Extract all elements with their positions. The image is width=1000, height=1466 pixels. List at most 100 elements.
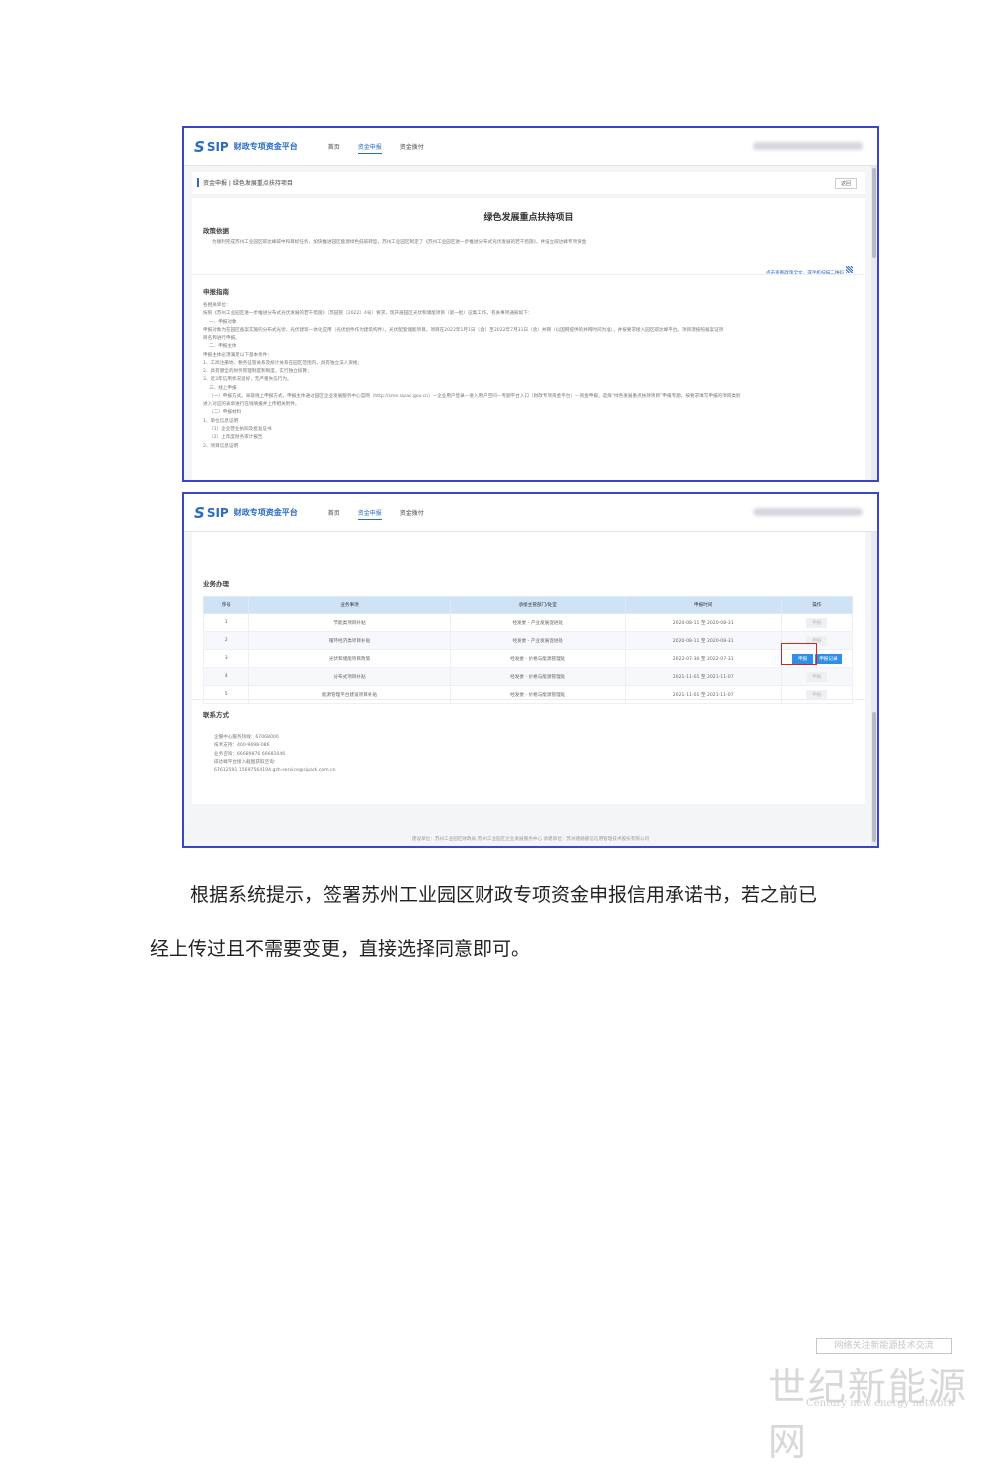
cell-op: 申报	[780, 613, 854, 632]
nav-fund-disbursement[interactable]: 资金拨付	[400, 140, 424, 154]
top-navigation-bar: S SIP 财政专项资金平台 首页 资金申报 资金拨付	[184, 494, 877, 532]
nav-fund-disbursement[interactable]: 资金拨付	[400, 506, 424, 520]
guide-line: 申报主体必须满足以下基本条件：	[203, 352, 272, 358]
guide-heading: 申报指南	[203, 288, 229, 296]
paragraph-line-1: 根据系统提示，签署苏州工业园区财政专项资金申报信用承诺书，若之前已	[190, 884, 818, 906]
cell-item: 能源管理平台建设项目补贴	[248, 685, 451, 704]
cell-op: 申报	[780, 685, 854, 704]
platform-title: 财政专项资金平台	[233, 142, 298, 151]
back-button[interactable]: 返回	[834, 178, 857, 189]
table-header-row: 序号 业务事项 承接主管部门/处室 申报时间 操作	[202, 596, 854, 614]
contact-line: 业务咨询：66689876 66681046	[214, 751, 286, 757]
col-header-dept: 承接主管部门/处室	[449, 596, 626, 614]
table-row: 1 节能类项目补贴 经发委 - 产业发展促进处 2020-08-11 至 2020-0…	[202, 613, 854, 632]
business-table-body: 1 节能类项目补贴 经发委 - 产业发展促进处 2020-08-11 至 2020-0…	[202, 613, 854, 704]
business-table-wrap: 序号 业务事项 承接主管部门/处室 申报时间 操作 1 节能类项目补贴 经发委 - …	[202, 596, 854, 704]
col-header-time: 申报时间	[624, 596, 782, 614]
platform-logo[interactable]: S SIP 财政专项资金平台	[194, 138, 298, 156]
screenshot-policy-page: S SIP 财政专项资金平台 首页 资金申报 资金拨付 资金申报 | 绿色发展重…	[182, 126, 879, 482]
policy-heading: 政策依据	[203, 227, 229, 235]
instruction-paragraph: 根据系统提示，签署苏州工业园区财政专项资金申报信用承诺书，若之前已 经上传过且不…	[150, 868, 860, 976]
sip-logo-mark: S	[194, 503, 205, 522]
cell-dept: 经发委 - 价格与能源管理处	[449, 649, 626, 668]
cell-item: 分布式项目补贴	[248, 667, 451, 686]
breadcrumb: 资金申报 | 绿色发展重点扶持项目	[197, 178, 293, 187]
cell-dept: 经发委 - 产业发展促进处	[449, 631, 626, 650]
guide-line: （1）企业营业执照及批准证书	[209, 426, 272, 432]
guide-line: 3、近3年信用状况良好，无严重失信行为。	[203, 377, 292, 383]
cell-op: 申报	[780, 667, 854, 686]
qr-code-icon[interactable]	[846, 266, 853, 273]
nav-home[interactable]: 首页	[328, 140, 340, 154]
guide-line: 1、单位信息证明	[203, 418, 239, 424]
apply-button[interactable]: 申报	[806, 671, 828, 682]
breadcrumb-bar: 资金申报 | 绿色发展重点扶持项目 返回	[192, 172, 865, 194]
policy-content-panel: 绿色发展重点扶持项目 政策依据 为顺利完成苏州工业园区碳达峰碳中和目标任务，加快…	[192, 198, 865, 480]
guide-line: 三、线上申报	[209, 385, 237, 391]
cell-dept: 经发委 - 价格与能源管理处	[449, 667, 626, 686]
guide-line: 进入对应的表单进行在线填报并上传相关附件。	[203, 402, 300, 408]
nav-fund-application[interactable]: 资金申报	[357, 140, 382, 154]
cell-no: 3	[202, 649, 250, 668]
highlight-box	[781, 643, 817, 665]
cell-dept: 经发委 - 价格与能源管理处	[449, 685, 626, 704]
guide-text: 各相关单位： 按照《苏州工业园区进一步推进分布式光伏发展的若干措施》（苏园管〔20…	[203, 302, 741, 451]
paragraph-line-2: 经上传过且不需要变更，直接选择同意即可。	[150, 938, 531, 960]
cell-time: 2020-08-11 至 2020-08-31	[624, 613, 782, 632]
cell-dept: 经发委 - 产业发展促进处	[449, 613, 626, 632]
top-navigation-bar: S SIP 财政专项资金平台 首页 资金申报 资金拨付	[184, 128, 877, 166]
cell-time: 2022-07-30 至 2022-07-31	[624, 649, 782, 668]
contact-line: 碳达峰平台接入截图获取咨询：	[214, 759, 279, 765]
nav-fund-application[interactable]: 资金申报	[357, 506, 382, 520]
apply-button[interactable]: 申报	[806, 617, 828, 628]
vertical-scrollbar[interactable]	[871, 532, 877, 846]
sip-logo-mark: S	[194, 137, 205, 156]
cell-no: 2	[202, 631, 250, 650]
apply-button[interactable]: 申报	[806, 689, 828, 700]
contact-title: 联系方式	[203, 711, 229, 719]
guide-line: 目名称进行申报。	[203, 336, 240, 342]
watermark-tagline: 网络关注新能源技术交流	[816, 1338, 952, 1354]
page-title: 绿色发展重点扶持项目	[483, 213, 574, 223]
user-info-blurred[interactable]	[753, 142, 863, 150]
main-nav: 首页 资金申报 资金拨付	[328, 140, 424, 154]
platform-logo[interactable]: S SIP 财政专项资金平台	[194, 504, 298, 522]
cell-time: 2021-11-01 至 2021-11-07	[624, 667, 782, 686]
contact-info: 企服中心服务热线：67068000 技术支持：400-9698-086 业务咨询：6…	[214, 734, 336, 775]
cell-time: 2021-11-01 至 2021-11-07	[624, 685, 782, 704]
sip-logo-text: SIP	[206, 505, 229, 520]
guide-line: 各相关单位：	[203, 303, 231, 308]
guide-line: 申报对象为在园区备案实施的分布式光伏、光伏建筑一体化应用（光伏组件作为建筑构件）…	[203, 327, 724, 333]
contact-line: 企服中心服务热线：67068000	[214, 735, 279, 740]
contact-line: 技术支持：400-9698-086	[214, 743, 270, 749]
cell-item: 节能类项目补贴	[248, 613, 451, 632]
cell-no: 5	[202, 685, 250, 704]
table-row: 4 分布式项目补贴 经发委 - 价格与能源管理处 2021-11-01 至 2021-…	[202, 667, 854, 686]
user-info-blurred[interactable]	[753, 508, 863, 516]
guide-line: （2）上年度财务审计报告	[209, 435, 263, 441]
col-header-item: 业务事项	[248, 596, 451, 614]
platform-title: 财政专项资金平台	[233, 508, 298, 517]
watermark-logo-cn: 世纪新能源网	[768, 1365, 969, 1464]
policy-link-row[interactable]: 点击查看政策全文，或手机扫描二维码	[766, 259, 853, 278]
nav-home[interactable]: 首页	[328, 506, 340, 520]
guide-line: （一）申报方式。采取线上申报方式，申报主体通过园区企业发展服务中心官网（http…	[209, 393, 741, 399]
cell-no: 1	[202, 613, 250, 632]
vertical-scrollbar[interactable]	[871, 166, 877, 480]
col-header-no: 序号	[202, 596, 250, 614]
apply-record-button[interactable]: 申报记录	[815, 653, 842, 664]
guide-line: 按照《苏州工业园区进一步推进分布式光伏发展的若干措施》（苏园管〔2022〕4号）…	[203, 311, 533, 317]
sip-logo-text: SIP	[206, 139, 229, 154]
guide-line: 2、具有健全的财务管理制度和制度，实行独立核算；	[203, 369, 312, 375]
cell-item: 循环经济类项目补贴	[248, 631, 451, 650]
guide-line: （二）申报材料	[209, 410, 242, 416]
policy-text: 为顺利完成苏州工业园区碳达峰碳中和目标任务，加快推进园区能源绿色低碳转型，苏州工…	[212, 240, 587, 245]
table-row: 3 光伏和储能项目政策 经发委 - 价格与能源管理处 2022-07-30 至 202…	[202, 649, 854, 668]
main-nav: 首页 资金申报 资金拨付	[328, 506, 424, 520]
cell-item: 光伏和储能项目政策	[248, 649, 451, 668]
cell-time: 2020-08-11 至 2020-08-31	[624, 631, 782, 650]
screenshot-business-page: S SIP 财政专项资金平台 首页 资金申报 资金拨付 业务办理 序号 业务事项…	[182, 492, 879, 848]
guide-line: 2、项目信息证明	[203, 443, 239, 449]
business-panel: 业务办理 序号 业务事项 承接主管部门/处室 申报时间 操作 1 节能类项目补贴经…	[192, 532, 865, 804]
guide-line: 一、申报对象	[209, 319, 237, 325]
